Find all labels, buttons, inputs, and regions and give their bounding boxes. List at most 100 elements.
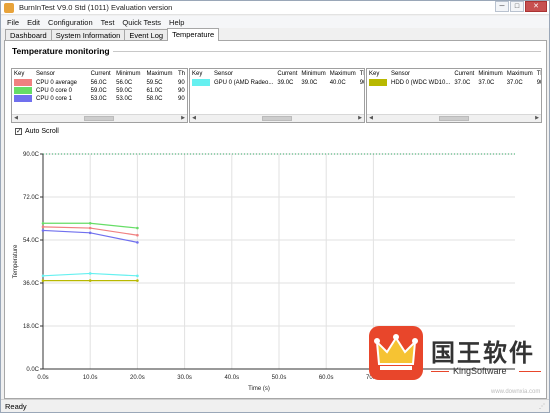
grid-header-row: Key Sensor Current Minimum Maximum Th	[190, 69, 364, 79]
series-point	[88, 272, 92, 275]
col-sensor[interactable]: Sensor	[34, 69, 89, 79]
horizontal-scrollbar[interactable]: ◀ ▶	[190, 114, 364, 122]
menu-test[interactable]: Test	[101, 18, 115, 27]
col-key[interactable]: Key	[190, 69, 212, 79]
key-swatch	[369, 79, 387, 87]
menu-file[interactable]: File	[7, 18, 19, 27]
col-maximum[interactable]: Maximum	[327, 69, 358, 79]
scroll-thumb[interactable]	[439, 116, 469, 121]
col-threshold[interactable]: Th	[357, 69, 364, 79]
auto-scroll-label: Auto Scroll	[25, 128, 59, 135]
watermark-line-left	[431, 371, 449, 372]
minimum-value: 53.0C	[116, 96, 133, 102]
series-point	[41, 274, 45, 278]
window-title: BurnInTest V9.0 Std (1011) Evaluation ve…	[19, 3, 173, 12]
col-minimum[interactable]: Minimum	[476, 69, 505, 79]
gpu-sensor-grid: Key Sensor Current Minimum Maximum Th GP…	[189, 68, 365, 123]
threshold-value: 90	[177, 80, 185, 86]
series-point	[88, 226, 92, 230]
y-tick-label: 36.0C	[23, 281, 40, 287]
col-current[interactable]: Current	[88, 69, 115, 79]
section-divider	[113, 51, 541, 52]
scroll-thumb[interactable]	[84, 116, 114, 121]
table-row[interactable]: CPU 0 core 0 59.0C 59.0C 61.0C 90	[12, 87, 187, 95]
minimum-value: 59.0C	[116, 88, 133, 94]
key-swatch	[14, 87, 32, 95]
series-point	[88, 221, 92, 225]
table-row[interactable]: GPU 0 (AMD Radeo... 39.0C 39.0C 40.0C 90	[190, 79, 364, 87]
close-button[interactable]: ✕	[525, 1, 547, 12]
col-threshold[interactable]: Th	[175, 69, 187, 79]
resize-grip-icon[interactable]: ⋰	[539, 403, 547, 411]
menu-quick-tests[interactable]: Quick Tests	[122, 18, 161, 27]
menu-bar: File Edit Configuration Test Quick Tests…	[1, 16, 549, 28]
y-tick-label: 72.0C	[23, 195, 40, 201]
table-row[interactable]: CPU 0 core 1 53.0C 53.0C 58.0C 90	[12, 95, 187, 103]
col-maximum[interactable]: Maximum	[504, 69, 535, 79]
horizontal-scrollbar[interactable]: ◀ ▶	[12, 114, 187, 122]
minimize-button[interactable]: ─	[495, 1, 509, 12]
app-icon	[4, 3, 14, 13]
scroll-left-icon[interactable]: ◀	[367, 115, 375, 122]
series-point	[136, 241, 139, 244]
table-row[interactable]: HDD 0 (WDC WD10... 37.0C 37.0C 37.0C 90	[367, 79, 541, 87]
col-maximum[interactable]: Maximum	[144, 69, 176, 79]
auto-scroll-toggle[interactable]: Auto Scroll	[15, 127, 59, 136]
current-value: 37.0C	[454, 80, 471, 86]
x-tick-label: 20.0s	[130, 375, 145, 381]
horizontal-scrollbar[interactable]: ◀ ▶	[367, 114, 541, 122]
col-minimum[interactable]: Minimum	[299, 69, 328, 79]
maximum-value: 58.0C	[146, 96, 163, 102]
current-value: 53.0C	[90, 96, 107, 102]
watermark: 国王软件 KingSoftware	[369, 326, 544, 384]
current-value: 56.0C	[90, 80, 107, 86]
title-bar: BurnInTest V9.0 Std (1011) Evaluation ve…	[1, 1, 549, 15]
auto-scroll-checkbox[interactable]	[15, 127, 22, 136]
grid-header-row: Key Sensor Current Minimum Maximum Th	[367, 69, 541, 79]
menu-configuration[interactable]: Configuration	[48, 18, 93, 27]
scroll-right-icon[interactable]: ▶	[179, 115, 187, 122]
sensor-name: CPU 0 average	[36, 80, 78, 86]
col-key[interactable]: Key	[12, 69, 34, 79]
col-current[interactable]: Current	[275, 69, 300, 79]
key-swatch	[192, 79, 210, 87]
menu-edit[interactable]: Edit	[27, 18, 40, 27]
x-tick-label: 60.0s	[319, 375, 334, 381]
x-tick-label: 0.0s	[37, 375, 48, 381]
tab-temperature[interactable]: Temperature	[167, 28, 220, 41]
scroll-right-icon[interactable]: ▶	[533, 115, 541, 122]
col-sensor[interactable]: Sensor	[212, 69, 276, 79]
y-tick-label: 18.0C	[23, 324, 40, 330]
x-tick-label: 30.0s	[177, 375, 192, 381]
section-title: Temperature monitoring	[12, 46, 110, 56]
col-key[interactable]: Key	[367, 69, 389, 79]
maximum-value: 37.0C	[506, 80, 523, 86]
col-threshold[interactable]: Th	[534, 69, 541, 79]
maximum-value: 61.0C	[146, 88, 163, 94]
col-current[interactable]: Current	[452, 69, 477, 79]
series-point	[88, 279, 92, 282]
scroll-thumb[interactable]	[262, 116, 292, 121]
sensor-name: CPU 0 core 0	[36, 88, 73, 94]
current-value: 39.0C	[277, 80, 294, 86]
app-window: BurnInTest V9.0 Std (1011) Evaluation ve…	[0, 0, 550, 413]
grid-header-row: Key Sensor Current Minimum Maximum Th	[12, 69, 187, 79]
x-tick-label: 40.0s	[224, 375, 239, 381]
col-minimum[interactable]: Minimum	[114, 69, 145, 79]
menu-help[interactable]: Help	[169, 18, 184, 27]
series-point	[41, 229, 45, 232]
series-point	[41, 225, 45, 229]
y-axis-label: Temperature	[13, 244, 19, 278]
maximize-button[interactable]: □	[510, 1, 524, 12]
scroll-right-icon[interactable]: ▶	[356, 115, 364, 122]
status-text: Ready	[5, 402, 27, 411]
scroll-left-icon[interactable]: ◀	[190, 115, 198, 122]
table-row[interactable]: CPU 0 average 56.0C 56.0C 59.5C 90	[12, 79, 187, 87]
x-tick-label: 50.0s	[272, 375, 287, 381]
threshold-value: 90	[177, 96, 185, 102]
key-swatch	[14, 95, 32, 103]
scroll-left-icon[interactable]: ◀	[12, 115, 20, 122]
series-point	[41, 221, 45, 225]
col-sensor[interactable]: Sensor	[389, 69, 453, 79]
threshold-value: 90	[536, 80, 541, 86]
